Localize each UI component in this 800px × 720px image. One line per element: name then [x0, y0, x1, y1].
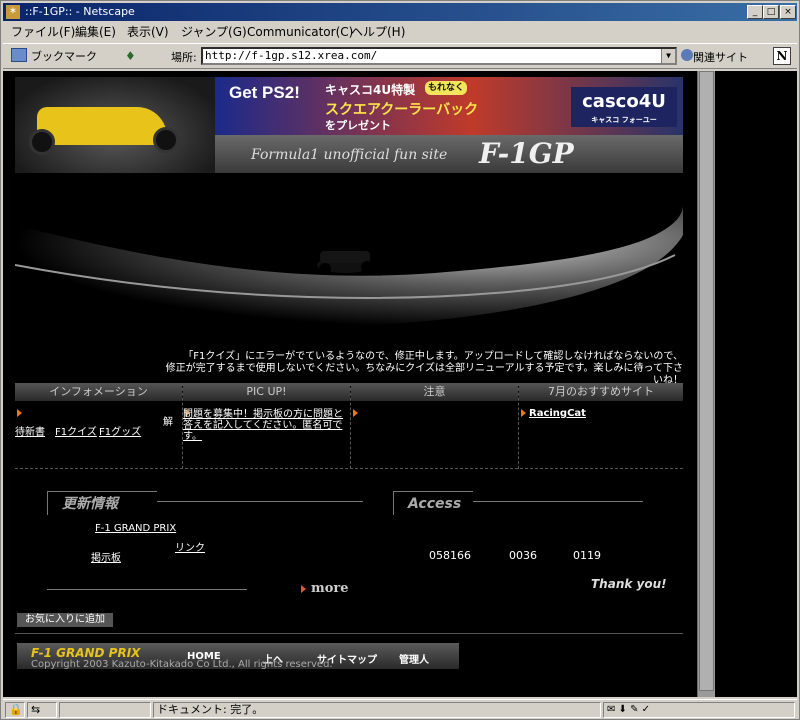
- footer-title: F-1 GRAND PRIX: [31, 646, 141, 660]
- status-text: ドキュメント: 完了。: [153, 702, 601, 718]
- ad-banner[interactable]: Get PS2! キャスコ4U特製 もれなく スクエアクーラーバック をプレゼン…: [215, 77, 683, 135]
- connection-icon: ⇆: [27, 702, 57, 718]
- location-icon: ♦: [125, 49, 136, 63]
- copyright: Copyright 2003 Kazuto-Kitakado Co Ltd., …: [31, 659, 333, 670]
- minimize-button[interactable]: _: [747, 5, 763, 19]
- vertical-scrollbar[interactable]: [697, 71, 715, 697]
- link-f1-goods[interactable]: F1グッズ: [99, 427, 141, 438]
- add-favorite-button[interactable]: お気に入りに追加: [17, 613, 113, 627]
- notice-line1: 「F1クイズ」にエラーがでているようなので、修正中します。アップロードして確認し…: [183, 351, 683, 362]
- banner-lead: Get PS2!: [229, 83, 300, 102]
- bookmarks-button[interactable]: ブックマーク: [31, 48, 97, 64]
- menu-go[interactable]: ジャンプ(G): [181, 22, 247, 42]
- component-bar-icons[interactable]: ✉ ⬇ ✎ ✓: [603, 702, 795, 718]
- banner-line1: キャスコ4U特製: [325, 83, 416, 97]
- recommend-column: 7月のおすすめサイト RacingCat: [519, 383, 683, 469]
- right-black-margin: [715, 71, 797, 697]
- access-yesterday: 0119: [573, 549, 601, 562]
- netscape-logo: N: [773, 47, 791, 65]
- thank-you-text: Thank you!: [591, 577, 667, 591]
- car-wheel: [153, 127, 179, 153]
- site-tagline: Formula1 unofficial fun site F-1GP: [215, 135, 683, 173]
- caution-column: 注意: [351, 383, 519, 469]
- update-item-grandprix[interactable]: F-1 GRAND PRIX: [95, 523, 176, 534]
- menu-bar: ファイル(F) 編集(E) 表示(V) ジャンプ(G) Communicator…: [3, 22, 797, 42]
- url-text: http://f-1gp.s12.xrea.com/: [205, 49, 378, 62]
- tab-picup[interactable]: PIC UP!: [183, 383, 350, 401]
- window-title: ::F-1GP:: - Netscape: [25, 5, 135, 18]
- title-bar: ✶ ::F-1GP:: - Netscape _ □ ×: [3, 3, 797, 21]
- location-toolbar: ブックマーク ♦ 場所: http://f-1gp.s12.xrea.com/ …: [3, 43, 797, 69]
- banner-line3: をプレゼント: [325, 119, 391, 132]
- banner-line2: スクエアクーラーバック: [325, 102, 479, 118]
- close-button[interactable]: ×: [780, 5, 796, 19]
- maximize-button[interactable]: □: [763, 5, 779, 19]
- related-sites-button[interactable]: 関連サイト: [693, 49, 748, 65]
- access-total: 058166: [429, 549, 471, 562]
- access-today: 0036: [509, 549, 537, 562]
- more-arrow-icon: [301, 585, 306, 593]
- updates-panel: 更新情報 F-1 GRAND PRIX リンク 掲示板: [47, 491, 367, 595]
- link-quiz-recruit[interactable]: 問題を募集中！掲示板の方に問題と答えを記入してください。匿名可です。: [183, 409, 349, 442]
- divider: [473, 501, 643, 502]
- info-column: インフォメーション 待新書 F1クイズ F1グッズ 解: [15, 383, 183, 469]
- updates-heading: 更新情報: [47, 491, 157, 515]
- url-dropdown-icon[interactable]: ▼: [661, 49, 675, 63]
- footer-admin-link[interactable]: 管理人: [399, 651, 429, 666]
- menu-edit[interactable]: 編集(E): [75, 22, 116, 42]
- netscape-app-icon: ✶: [6, 5, 20, 19]
- tab-recommended-site[interactable]: 7月のおすすめサイト: [519, 383, 683, 401]
- bullet-arrow-icon: [353, 409, 358, 417]
- picup-column: PIC UP! 問題を募集中！掲示板の方に問題と答えを記入してください。匿名可で…: [183, 383, 351, 469]
- menu-view[interactable]: 表示(V): [127, 22, 169, 42]
- bookmark-icon[interactable]: [11, 48, 27, 62]
- link-racingcat[interactable]: RacingCat: [529, 408, 586, 419]
- header-car-photo: [15, 77, 215, 173]
- menu-file[interactable]: ファイル(F): [11, 22, 75, 42]
- banner-badge: もれなく: [425, 81, 467, 95]
- more-link[interactable]: more: [311, 581, 349, 596]
- bullet-arrow-icon: [521, 409, 526, 417]
- update-item-links[interactable]: リンク: [175, 543, 205, 554]
- access-heading: Access: [393, 491, 473, 515]
- security-icon[interactable]: 🔒: [5, 702, 25, 718]
- footer-divider: [15, 633, 683, 634]
- update-item-bbs[interactable]: 掲示板: [91, 553, 121, 564]
- menu-communicator[interactable]: Communicator(C): [247, 22, 353, 42]
- menu-help[interactable]: ヘルプ(H): [351, 22, 405, 42]
- tab-caution[interactable]: 注意: [351, 383, 518, 401]
- error-notice: 「F1クイズ」にエラーがでているようなので、修正中します。アップロードして確認し…: [165, 351, 683, 387]
- tagline-text: Formula1 unofficial fun site: [251, 147, 448, 163]
- divider: [157, 501, 363, 502]
- bullet-arrow-icon: [17, 409, 22, 417]
- url-input[interactable]: http://f-1gp.s12.xrea.com/ ▼: [201, 47, 677, 65]
- link-f1-quiz[interactable]: F1クイズ: [55, 427, 97, 438]
- hero-track-image: [15, 195, 683, 351]
- banner-brand-logo: casco4U キャスコ フォーユー: [571, 87, 677, 127]
- car-wheel: [29, 129, 55, 155]
- page-viewport: Get PS2! キャスコ4U特製 もれなく スクエアクーラーバック をプレゼン…: [3, 71, 797, 697]
- info-tabs: インフォメーション 待新書 F1クイズ F1グッズ 解 PIC UP! 問題を募…: [15, 383, 683, 469]
- status-bar: 🔒 ⇆ ドキュメント: 完了。 ✉ ⬇ ✎ ✓: [3, 699, 797, 719]
- f1gp-page: Get PS2! キャスコ4U特製 もれなく スクエアクーラーバック をプレゼン…: [15, 77, 685, 697]
- related-sites-icon: [681, 49, 693, 61]
- divider: [47, 589, 247, 590]
- f1-car-image: [37, 107, 167, 145]
- tab-information[interactable]: インフォメーション: [15, 383, 182, 401]
- info-aside-text: 解: [163, 417, 173, 428]
- progress-bar: [59, 702, 151, 718]
- track-curve-graphic: [15, 205, 683, 329]
- scrollbar-thumb[interactable]: [699, 71, 714, 691]
- location-label: 場所:: [171, 51, 197, 64]
- site-title: F-1GP: [479, 137, 574, 170]
- browser-window: ✶ ::F-1GP:: - Netscape _ □ × ファイル(F) 編集(…: [0, 0, 800, 720]
- link-new-book[interactable]: 待新書: [15, 427, 45, 438]
